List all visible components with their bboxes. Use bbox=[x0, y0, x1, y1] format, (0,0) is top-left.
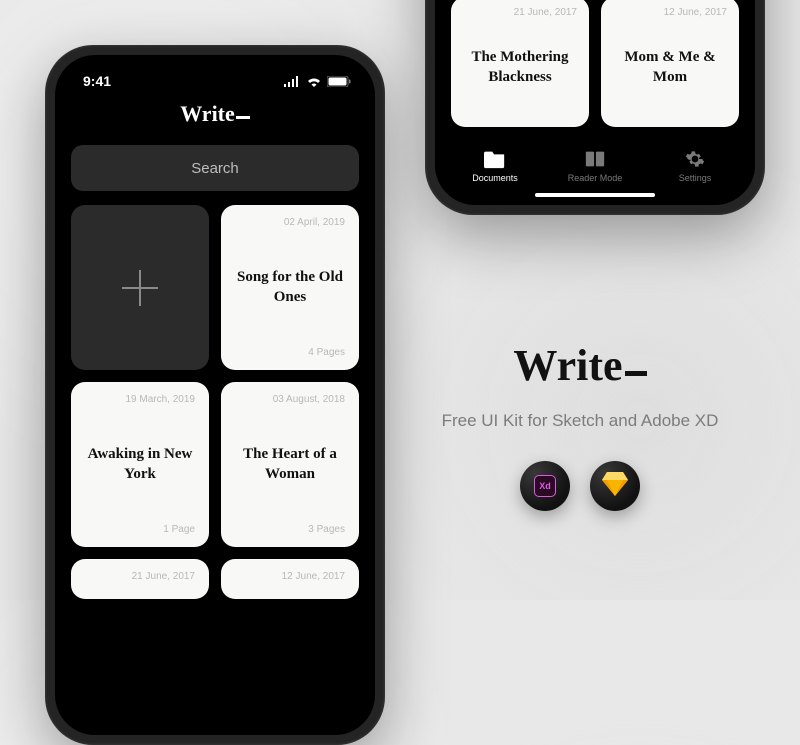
wifi-icon bbox=[306, 76, 322, 87]
promo-logo-text: Write bbox=[513, 341, 622, 390]
promo-area: Write Free UI Kit for Sketch and Adobe X… bbox=[420, 340, 740, 511]
search-input[interactable]: Search bbox=[71, 145, 359, 191]
tab-settings[interactable]: Settings bbox=[645, 149, 745, 183]
tab-documents[interactable]: Documents bbox=[445, 149, 545, 183]
tab-label: Settings bbox=[679, 173, 712, 183]
document-card[interactable]: 03 August, 2018 The Heart of a Woman 3 P… bbox=[221, 382, 359, 547]
document-card[interactable]: 12 June, 2017 Mom & Me & Mom bbox=[601, 0, 739, 127]
new-document-button[interactable] bbox=[71, 205, 209, 370]
tab-bar: Documents Reader Mode Settings bbox=[435, 141, 755, 189]
card-date: 12 June, 2017 bbox=[613, 7, 727, 18]
app-title: Write bbox=[55, 101, 375, 127]
card-pages: 1 Page bbox=[85, 524, 195, 535]
plus-icon bbox=[122, 270, 158, 306]
cursor-icon bbox=[625, 371, 647, 376]
reader-icon bbox=[584, 149, 606, 169]
document-card[interactable]: 19 March, 2019 Awaking in New York 1 Pag… bbox=[71, 382, 209, 547]
card-title: The Heart of a Woman bbox=[235, 445, 345, 484]
battery-icon bbox=[327, 76, 351, 87]
document-card[interactable]: 02 April, 2019 Song for the Old Ones 4 P… bbox=[221, 205, 359, 370]
card-pages: 4 Pages bbox=[235, 347, 345, 358]
documents-grid: 02 April, 2019 Song for the Old Ones 4 P… bbox=[55, 205, 375, 599]
xd-glyph: Xd bbox=[534, 475, 556, 497]
phone-left: 9:41 Write Search 02 April, 2019 Song fo… bbox=[45, 45, 385, 745]
phone-right-screen: 1 Page 3 Pages 21 June, 2017 The Motheri… bbox=[435, 0, 755, 205]
card-pages: 3 Pages bbox=[235, 524, 345, 535]
sketch-icon[interactable] bbox=[590, 461, 640, 511]
adobe-xd-icon[interactable]: Xd bbox=[520, 461, 570, 511]
card-title: Mom & Me & Mom bbox=[613, 48, 727, 87]
home-indicator[interactable] bbox=[535, 193, 655, 197]
notch bbox=[140, 55, 290, 79]
cursor-icon bbox=[236, 116, 250, 119]
card-date: 02 April, 2019 bbox=[235, 217, 345, 228]
document-card[interactable]: 21 June, 2017 bbox=[71, 559, 209, 599]
card-date: 21 June, 2017 bbox=[463, 7, 577, 18]
status-time: 9:41 bbox=[83, 73, 111, 89]
tab-label: Reader Mode bbox=[568, 173, 623, 183]
card-date: 03 August, 2018 bbox=[235, 394, 345, 405]
phone-left-screen: 9:41 Write Search 02 April, 2019 Song fo… bbox=[55, 55, 375, 735]
tab-label: Documents bbox=[472, 173, 518, 183]
app-icons-row: Xd bbox=[420, 461, 740, 511]
card-date: 21 June, 2017 bbox=[85, 571, 195, 582]
tab-reader-mode[interactable]: Reader Mode bbox=[545, 149, 645, 183]
promo-subtitle: Free UI Kit for Sketch and Adobe XD bbox=[420, 411, 740, 431]
sketch-glyph bbox=[602, 472, 628, 501]
document-card[interactable]: 12 June, 2017 bbox=[221, 559, 359, 599]
folder-icon bbox=[484, 149, 506, 169]
card-title: Awaking in New York bbox=[85, 445, 195, 484]
card-date: 19 March, 2019 bbox=[85, 394, 195, 405]
document-card[interactable]: 21 June, 2017 The Mothering Blackness bbox=[451, 0, 589, 127]
card-date: 12 June, 2017 bbox=[235, 571, 345, 582]
gear-icon bbox=[684, 149, 706, 169]
documents-grid-2: 1 Page 3 Pages 21 June, 2017 The Motheri… bbox=[435, 0, 755, 141]
signal-icon bbox=[284, 76, 301, 87]
search-placeholder: Search bbox=[191, 160, 239, 177]
card-title: Song for the Old Ones bbox=[235, 268, 345, 307]
status-indicators bbox=[284, 76, 351, 87]
phone-right: 1 Page 3 Pages 21 June, 2017 The Motheri… bbox=[425, 0, 765, 215]
card-title: The Mothering Blackness bbox=[463, 48, 577, 87]
promo-logo: Write bbox=[420, 340, 740, 391]
app-title-text: Write bbox=[180, 101, 235, 126]
